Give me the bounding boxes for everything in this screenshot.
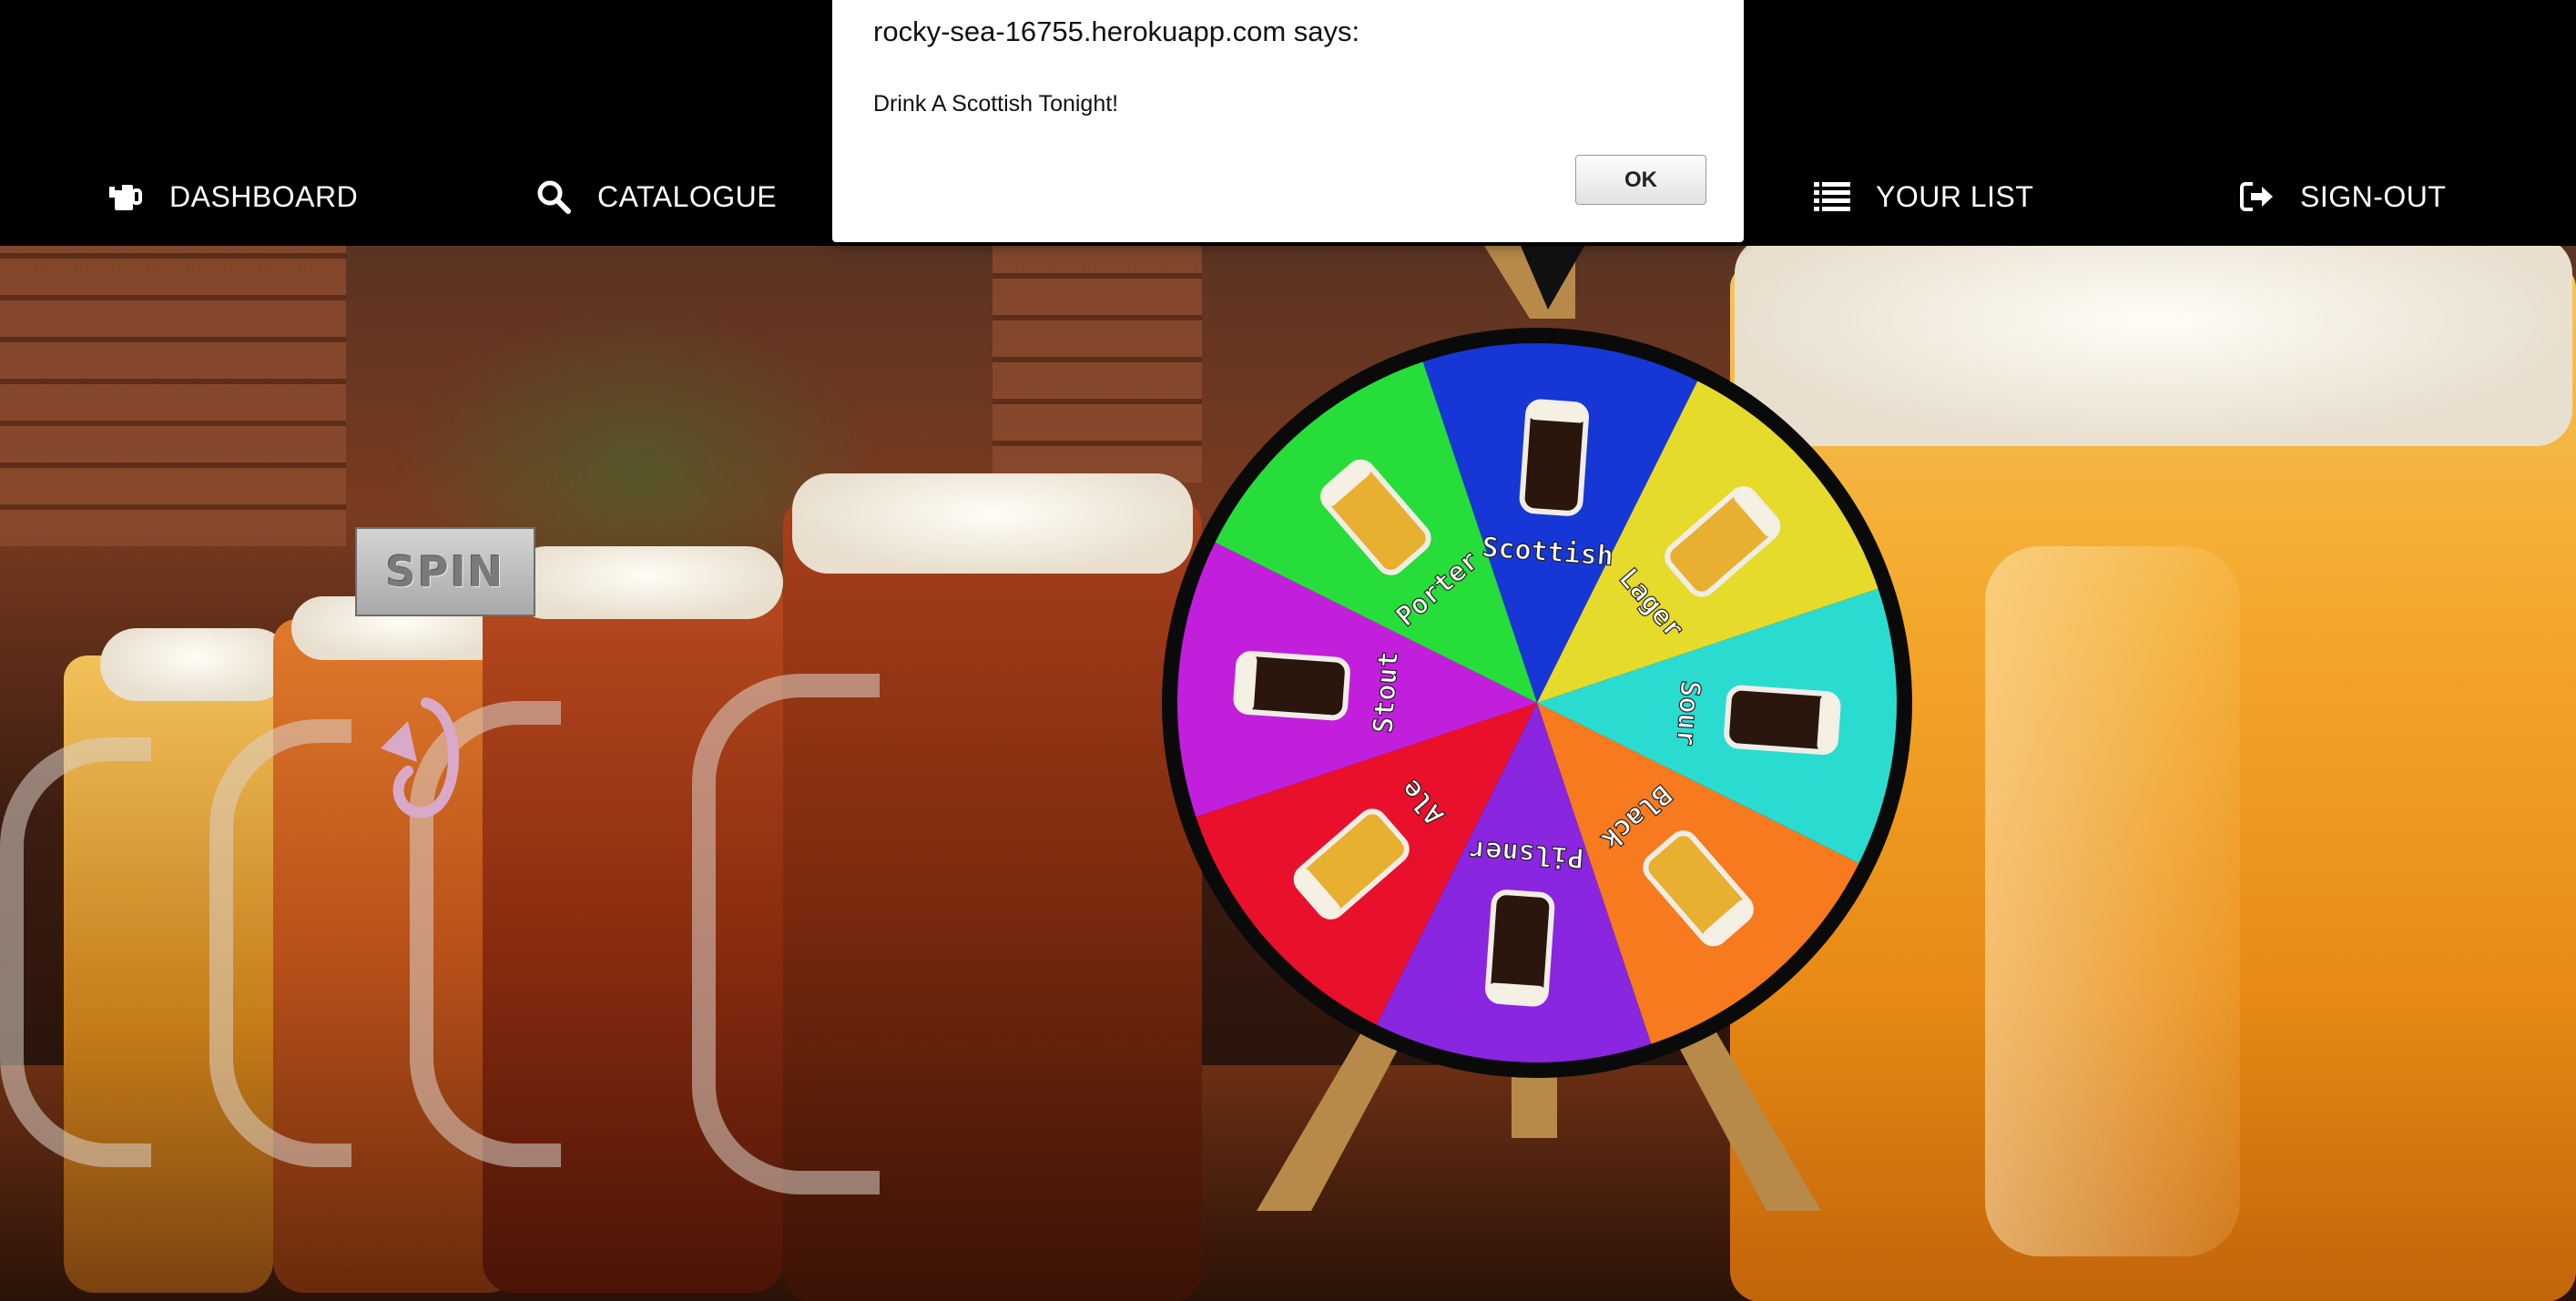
brick-wall	[0, 246, 346, 546]
alert-title: rocky-sea-16755.herokuapp.com says:	[873, 15, 1360, 47]
alert-message: Drink A Scottish Tonight!	[873, 91, 1119, 117]
nav-sign-out-label: SIGN-OUT	[2300, 179, 2447, 213]
nav-your-list-label: YOUR LIST	[1876, 179, 2034, 213]
beer-wheel[interactable]: ScottishLagerSourBlackPilsnerAleStoutPor…	[1155, 320, 1919, 1085]
beer-glass-icon	[1233, 651, 1350, 721]
rotate-arrow-icon	[372, 685, 472, 835]
list-icon	[1814, 181, 1850, 212]
wheel-label-sour: Sour	[1670, 679, 1706, 747]
nav-catalogue[interactable]: CATALOGUE	[535, 171, 777, 222]
ok-button[interactable]: OK	[1575, 155, 1706, 205]
mug-handle	[692, 674, 880, 1194]
spin-button[interactable]: SPIN	[355, 527, 535, 616]
alert-dialog: rocky-sea-16755.herokuapp.com says: Drin…	[832, 0, 1744, 242]
nav-catalogue-label: CATALOGUE	[597, 179, 778, 213]
beer-glass-icon	[1724, 685, 1841, 755]
mug-foam	[510, 546, 783, 619]
beer-glass-icon	[1485, 889, 1555, 1007]
search-icon	[535, 178, 572, 215]
wheel-segments	[1177, 343, 1897, 1062]
beer-glass-icon	[1519, 399, 1589, 516]
mug-foam	[100, 628, 291, 701]
nav-your-list[interactable]: YOUR LIST	[1814, 171, 2033, 222]
mug-handle	[0, 737, 151, 1167]
nav-sign-out[interactable]: SIGN-OUT	[2240, 171, 2446, 222]
nav-dashboard[interactable]: DASHBOARD	[109, 171, 358, 222]
wheel-label-stout: Stout	[1368, 650, 1405, 735]
mug-foam	[792, 473, 1193, 574]
beer-mug-icon	[109, 181, 144, 212]
sign-out-icon	[2240, 181, 2275, 212]
nav-dashboard-label: DASHBOARD	[169, 179, 359, 213]
mug-handle	[209, 719, 351, 1167]
glass-reflection	[1985, 546, 2240, 1256]
